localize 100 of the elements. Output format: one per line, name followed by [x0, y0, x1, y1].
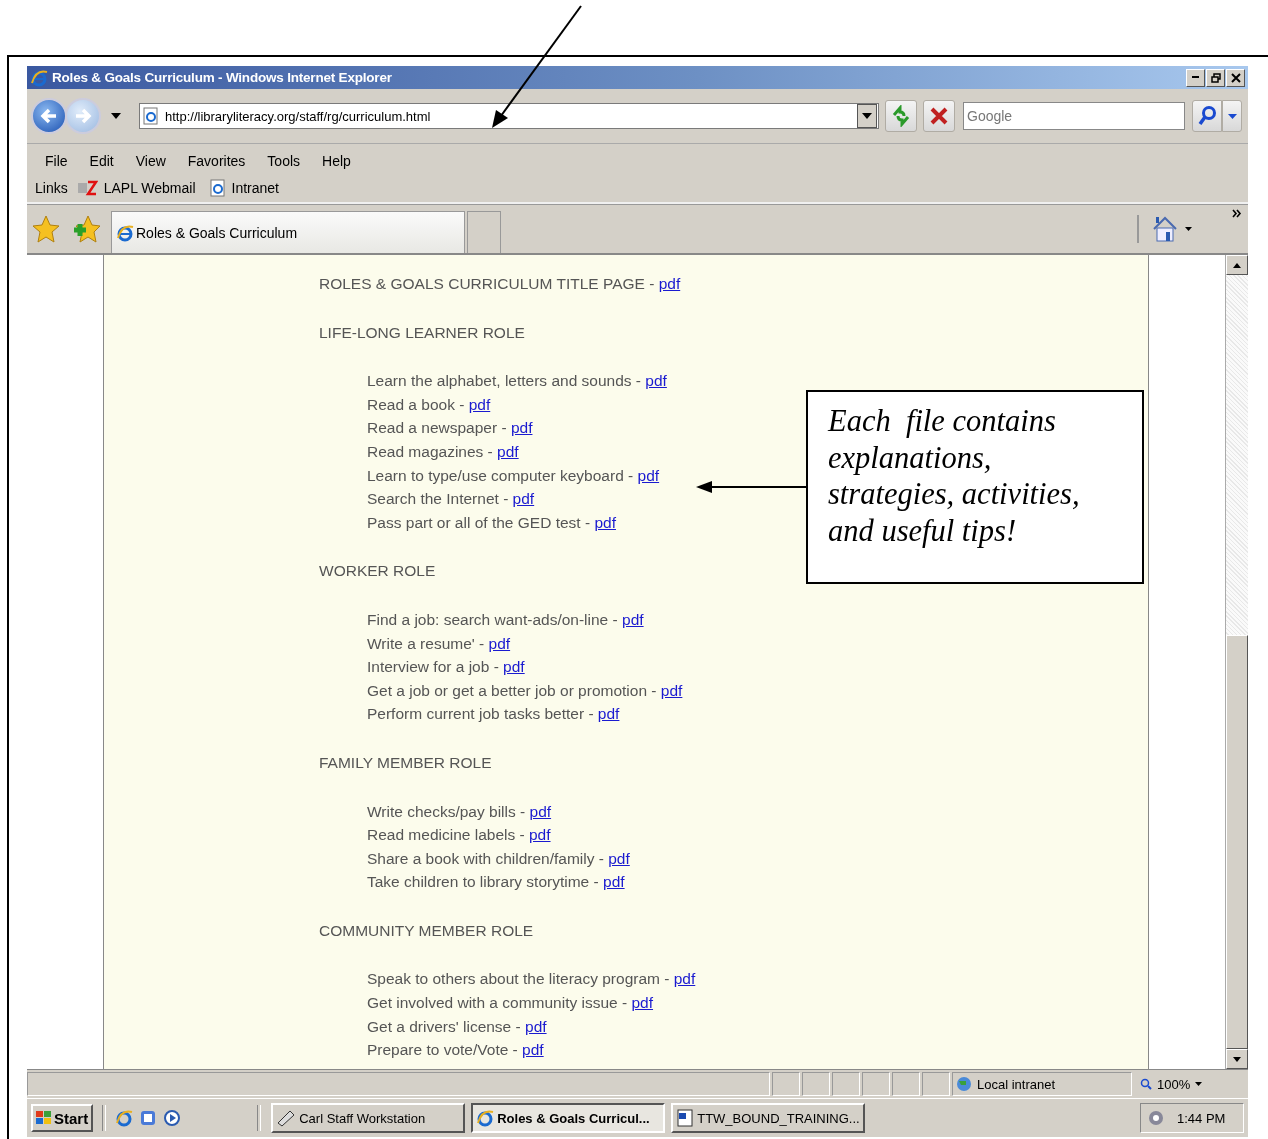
page-icon — [143, 107, 159, 125]
search-field[interactable]: Google — [963, 102, 1185, 130]
menu-item[interactable]: Help — [322, 152, 351, 169]
close-button[interactable] — [1226, 68, 1245, 87]
document-link-line: Write checks/pay bills - pdf — [367, 801, 552, 822]
search-options-button[interactable] — [1222, 100, 1242, 132]
tray-icon[interactable] — [1147, 1109, 1165, 1127]
pdf-link[interactable]: pdf — [503, 658, 525, 676]
menu-item[interactable]: View — [135, 152, 166, 169]
vertical-scrollbar[interactable] — [1225, 255, 1248, 1069]
page-icon — [209, 179, 226, 197]
caret-icon — [1227, 113, 1237, 119]
pdf-link[interactable]: pdf — [488, 634, 511, 652]
media-player-icon[interactable] — [163, 1109, 182, 1127]
up-arrow-icon[interactable] — [1233, 262, 1241, 268]
chevron-icon[interactable] — [1232, 209, 1242, 218]
desktop-icon[interactable] — [139, 1109, 158, 1127]
pdf-link[interactable]: pdf — [497, 442, 519, 460]
restore-button[interactable] — [1206, 68, 1225, 87]
home-icon[interactable] — [1137, 215, 1179, 243]
menu-item[interactable]: Tools — [267, 152, 301, 169]
menu-item[interactable]: Edit — [89, 152, 114, 169]
pdf-link[interactable]: pdf — [631, 994, 654, 1012]
zoom-control[interactable]: 100% — [1134, 1073, 1248, 1095]
down-arrow-icon[interactable] — [1233, 1056, 1241, 1062]
pdf-link[interactable]: pdf — [510, 419, 533, 437]
browser-tab[interactable]: Roles & Goals Curriculum — [111, 211, 465, 253]
document-link-line: Share a book with children/family - pdf — [367, 848, 630, 869]
taskbar-button[interactable]: Roles & Goals Curricul... — [471, 1103, 666, 1133]
caret-icon — [1195, 1082, 1203, 1086]
refresh-icon — [890, 105, 912, 127]
document-link-line: Take children to library storytime - pdf — [367, 872, 625, 893]
links-label: Links — [35, 180, 68, 196]
minimize-button[interactable] — [1186, 68, 1205, 87]
start-button[interactable]: Start — [31, 1104, 94, 1132]
document-link-line: Read a newspaper - pdf — [367, 418, 533, 439]
pdf-link[interactable]: pdf — [529, 802, 552, 820]
browser-icon — [30, 68, 48, 87]
favorite-link[interactable]: Intranet — [231, 180, 279, 196]
pdf-link[interactable]: pdf — [673, 970, 696, 988]
document-link-line: Learn to type/use computer keyboard - pdf — [367, 465, 660, 486]
browser-icon — [116, 223, 134, 242]
pdf-link[interactable]: pdf — [597, 705, 620, 723]
document-link-line: Find a job: search want-ads/on-line - pdf — [367, 609, 644, 630]
favorites-star-icon[interactable] — [31, 214, 61, 244]
section-heading: LIFE-LONG LEARNER ROLE — [319, 322, 525, 343]
window-title: Roles & Goals Curriculum - Windows Internet Explorer — [52, 70, 392, 85]
pdf-link[interactable]: pdf — [594, 513, 616, 531]
taskbar-button[interactable]: Carl Staff Workstation — [271, 1103, 466, 1133]
back-button[interactable] — [31, 98, 67, 134]
document-link-line: Get a drivers' license - pdf — [367, 1016, 547, 1037]
document-link-line: Prepare to vote/Vote - pdf — [367, 1040, 544, 1061]
cross-icon — [929, 106, 949, 126]
search-button[interactable] — [1192, 100, 1222, 132]
browser-icon — [476, 1109, 495, 1127]
browser-icon[interactable] — [115, 1109, 134, 1127]
pdf-link[interactable]: pdf — [637, 466, 660, 484]
section-heading: FAMILY MEMBER ROLE — [319, 752, 492, 773]
document-link-line: Perform current job tasks better - pdf — [367, 704, 620, 725]
dropdown-button[interactable] — [857, 104, 877, 128]
caret-icon[interactable] — [1185, 227, 1192, 231]
status-pane — [862, 1072, 890, 1096]
document-link-line: Search the Internet - pdf — [367, 489, 535, 510]
pdf-link[interactable]: pdf — [603, 873, 625, 891]
security-zone: Local intranet — [977, 1076, 1056, 1092]
document-link-line: Read magazines - pdf — [367, 441, 519, 462]
close-icon — [1230, 72, 1241, 83]
refresh-button[interactable] — [885, 100, 917, 132]
document-link-line: Interview for a job - pdf — [367, 657, 525, 678]
pdf-link[interactable]: pdf — [658, 275, 681, 292]
windows-flag-icon — [36, 1111, 52, 1125]
pdf-link[interactable]: pdf — [522, 1041, 544, 1059]
menu-item[interactable]: File — [45, 152, 68, 169]
taskbar-button[interactable]: TTW_BOUND_TRAINING... — [671, 1103, 866, 1133]
stop-button[interactable] — [923, 100, 955, 132]
document-link-line: Get a job or get a better job or promotion - pdf — [367, 680, 683, 701]
address-field[interactable]: http://libraryliteracy.org/staff/rg/curriculum.html — [139, 103, 879, 129]
clock: 1:44 PM — [1177, 1110, 1226, 1126]
magnifier-icon — [1140, 1078, 1152, 1090]
document-link-line: ROLES & GOALS CURRICULUM TITLE PAGE - pdf — [319, 274, 681, 294]
document-icon — [676, 1109, 695, 1127]
pdf-link[interactable]: pdf — [608, 849, 630, 867]
section-heading: COMMUNITY MEMBER ROLE — [319, 920, 534, 941]
pdf-link[interactable]: pdf — [622, 610, 644, 628]
restore-icon — [1210, 72, 1221, 83]
pdf-link[interactable]: pdf — [660, 681, 683, 699]
callout-text: Each file contains explanations, strategies, activities, and useful tips! — [828, 403, 1081, 549]
pdf-link[interactable]: pdf — [512, 490, 535, 508]
pdf-link[interactable]: pdf — [468, 395, 491, 413]
menu-item[interactable]: Favorites — [187, 152, 246, 169]
pdf-link[interactable]: pdf — [529, 826, 551, 844]
pdf-link[interactable]: pdf — [645, 372, 667, 390]
favorite-link[interactable]: LAPL Webmail — [103, 180, 196, 196]
minimize-icon — [1191, 76, 1200, 79]
status-pane — [802, 1072, 830, 1096]
pdf-link[interactable]: pdf — [525, 1017, 547, 1035]
status-pane — [832, 1072, 860, 1096]
search-icon — [1197, 105, 1217, 127]
status-pane — [922, 1072, 950, 1096]
caret-icon[interactable] — [111, 113, 121, 119]
